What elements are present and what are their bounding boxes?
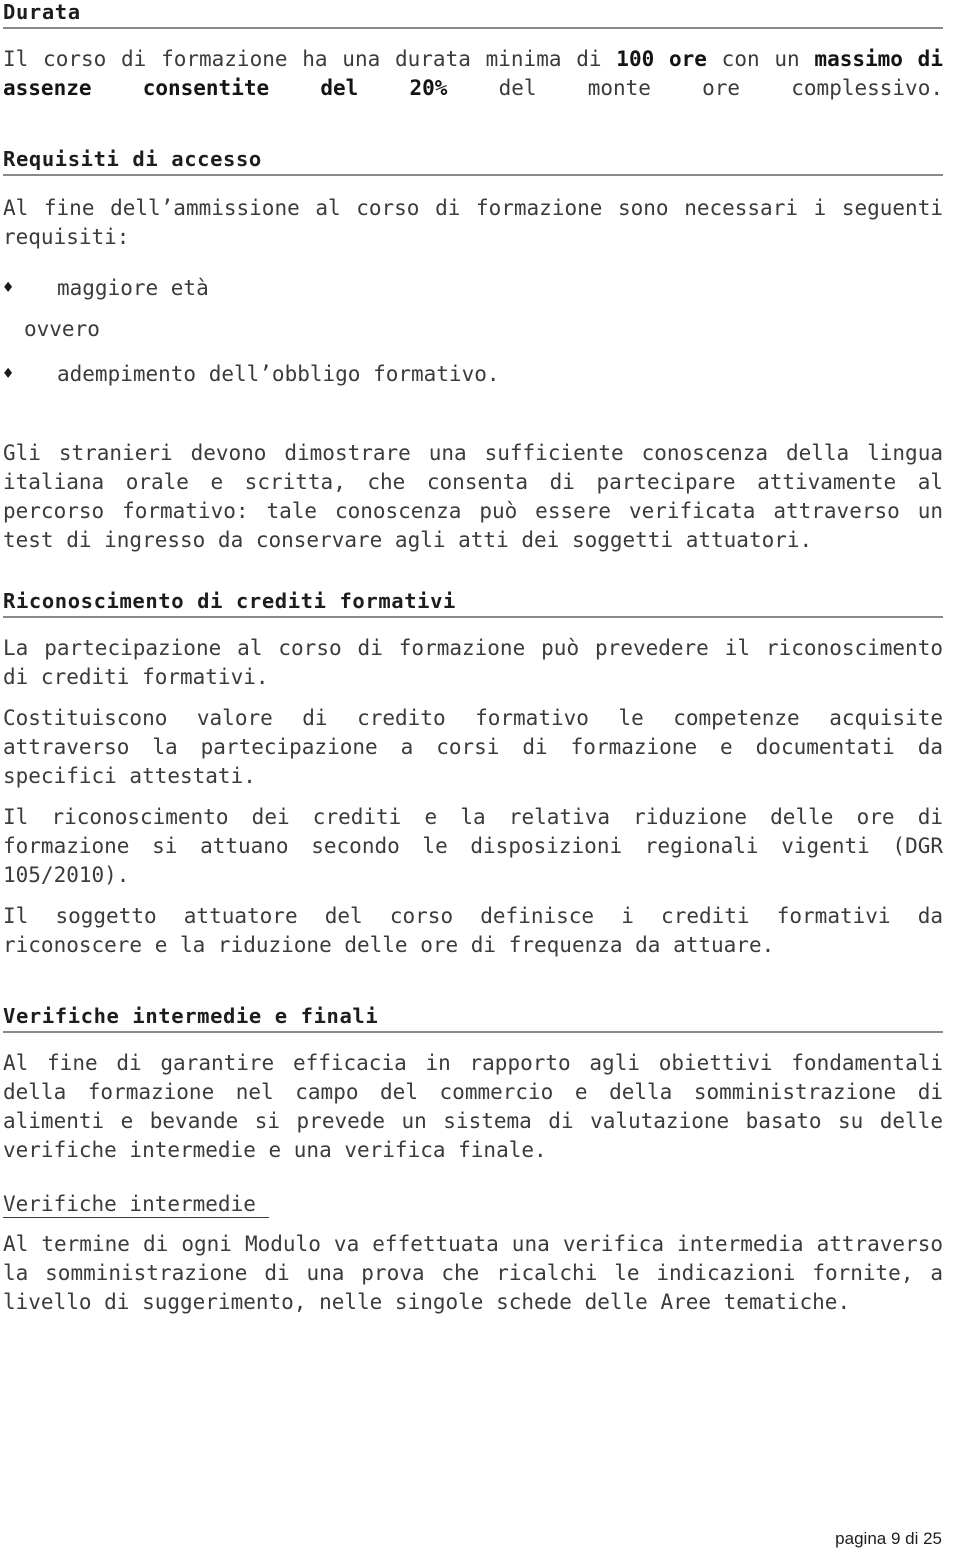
list-item-label: maggiore età xyxy=(57,276,209,300)
section-heading-requisiti: Requisiti di accesso xyxy=(3,147,943,176)
section-heading-crediti: Riconoscimento di crediti formativi xyxy=(3,589,943,618)
list-item: ♦ maggiore età xyxy=(3,274,943,303)
diamond-bullet-icon: ♦ xyxy=(3,364,14,384)
paragraph-verifiche-intro: Al fine di garantire efficacia in rappor… xyxy=(3,1051,943,1162)
durata-bold-hours: 100 ore xyxy=(616,47,707,71)
durata-text-part-1: Il corso di formazione ha una durata min… xyxy=(3,47,617,71)
subheading-wrapper: Verifiche intermedie xyxy=(3,1191,943,1218)
durata-text-part-3: del monte ore complessivo. xyxy=(447,76,943,100)
list-connector: ovvero xyxy=(24,317,100,341)
section-heading-verifiche: Verifiche intermedie e finali xyxy=(3,1004,943,1033)
paragraph-durata: Il corso di formazione ha una durata min… xyxy=(3,45,943,103)
paragraph-verifiche-intermedie: Al termine di ogni Modulo va effettuata … xyxy=(3,1232,943,1314)
list-item-label: adempimento dell’obbligo formativo. xyxy=(57,362,500,386)
section-heading-durata: Durata xyxy=(3,0,943,29)
list-item: ♦ adempimento dell’obbligo formativo. xyxy=(3,360,943,389)
durata-text-part-2: con un xyxy=(706,47,815,71)
diamond-bullet-icon: ♦ xyxy=(3,278,14,298)
paragraph-crediti-2: Costituiscono valore di credito formativ… xyxy=(3,706,943,788)
document-page: Durata Il corso di formazione ha una dur… xyxy=(3,0,943,1317)
subsection-heading-verifiche-intermedie: Verifiche intermedie xyxy=(3,1192,269,1218)
paragraph-stranieri: Gli stranieri devono dimostrare una suff… xyxy=(3,441,943,552)
page-footer: pagina 9 di 25 xyxy=(835,1529,942,1548)
paragraph-crediti-4: Il soggetto attuatore del corso definisc… xyxy=(3,904,943,957)
paragraph-requisiti-intro: Al fine dell’ammissione al corso di form… xyxy=(3,196,943,249)
paragraph-crediti-3: Il riconoscimento dei crediti e la relat… xyxy=(3,805,943,887)
paragraph-crediti-1: La partecipazione al corso di formazione… xyxy=(3,636,943,689)
